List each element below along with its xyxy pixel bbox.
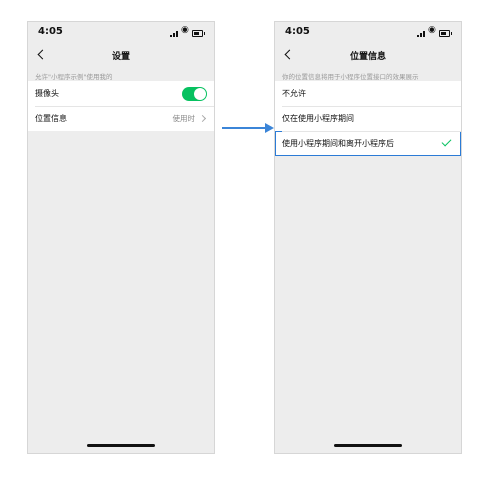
status-time: 4:05 [285, 26, 310, 37]
arrow-icon [222, 123, 274, 133]
battery-icon [192, 30, 205, 37]
system-icons: ◉ [170, 25, 205, 37]
wifi-icon: ◉ [181, 25, 189, 35]
system-icons: ◉ [417, 25, 452, 37]
check-icon [441, 136, 452, 147]
status-bar: 4:05 ◉ [275, 22, 461, 44]
section-header: 允许"小程序示例"使用我的 [35, 73, 113, 81]
camera-label: 摄像头 [35, 89, 59, 98]
permission-list: 摄像头 位置信息 使用时 [28, 81, 214, 131]
option-label: 不允许 [282, 89, 306, 98]
wifi-icon: ◉ [428, 25, 436, 35]
status-time: 4:05 [38, 26, 63, 37]
status-bar: 4:05 ◉ [28, 22, 214, 44]
toggle-knob [194, 88, 206, 100]
home-indicator [334, 444, 402, 447]
camera-row: 摄像头 [28, 81, 214, 106]
location-value: 使用时 [172, 114, 196, 123]
home-indicator [87, 444, 155, 447]
battery-icon [439, 30, 452, 37]
camera-toggle[interactable] [182, 87, 207, 101]
settings-screen: 4:05 ◉ 设置 允许"小程序示例"使用我的 摄像头 位置信息 使用时 [27, 21, 215, 454]
option-while-using[interactable]: 仅在使用小程序期间 [275, 106, 461, 131]
option-always[interactable]: 使用小程序期间和离开小程序后 [275, 131, 461, 156]
nav-bar: 设置 [28, 44, 214, 66]
option-label: 使用小程序期间和离开小程序后 [282, 139, 394, 148]
location-options-list: 不允许 仅在使用小程序期间 使用小程序期间和离开小程序后 [275, 81, 461, 156]
location-row[interactable]: 位置信息 使用时 [28, 106, 214, 131]
page-title: 位置信息 [349, 52, 386, 62]
option-label: 仅在使用小程序期间 [282, 114, 354, 123]
chevron-right-icon [198, 114, 207, 123]
section-header: 你的位置信息将用于小程序位置接口的效果展示 [282, 73, 419, 81]
location-settings-screen: 4:05 ◉ 位置信息 你的位置信息将用于小程序位置接口的效果展示 不允许 仅在… [274, 21, 462, 454]
page-title: 设置 [111, 52, 130, 62]
option-deny[interactable]: 不允许 [275, 81, 461, 106]
location-label: 位置信息 [35, 114, 67, 123]
nav-bar: 位置信息 [275, 44, 461, 66]
